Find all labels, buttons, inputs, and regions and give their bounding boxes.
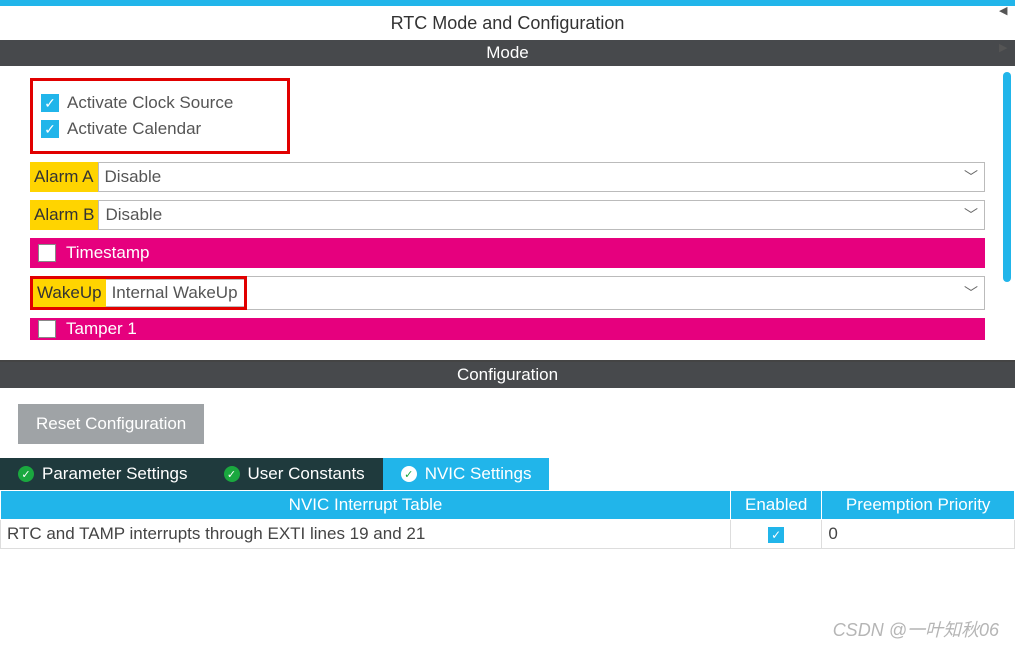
tab-label: User Constants — [248, 464, 365, 484]
col-name: NVIC Interrupt Table — [1, 491, 731, 520]
alarm-b-select[interactable]: Disable ﹀ — [98, 200, 985, 230]
page-title: RTC Mode and Configuration — [0, 6, 1015, 40]
activate-clock-label: Activate Clock Source — [67, 93, 233, 113]
highlight-box-wakeup: WakeUp Internal WakeUp — [30, 276, 247, 310]
timestamp-label: Timestamp — [66, 243, 149, 263]
pane-expand-arrows[interactable]: ◀▶ — [999, 4, 1015, 54]
watermark: CSDN @一叶知秋06 — [833, 616, 999, 642]
alarm-a-label: Alarm A — [30, 162, 98, 192]
chevron-down-icon: ﹀ — [964, 167, 978, 187]
wakeup-label: WakeUp — [33, 279, 106, 307]
timestamp-row[interactable]: Timestamp — [30, 238, 985, 268]
wakeup-value-inner: Internal WakeUp — [106, 279, 244, 307]
interrupt-enabled-cell[interactable]: ✓ — [731, 520, 822, 549]
highlight-box-checks: ✓ Activate Clock Source ✓ Activate Calen… — [30, 78, 290, 154]
wakeup-select[interactable]: ﹀ — [247, 276, 985, 310]
reset-configuration-button[interactable]: Reset Configuration — [18, 404, 204, 444]
config-section-header: Configuration — [0, 362, 1015, 388]
check-circle-icon: ✓ — [224, 466, 240, 482]
check-circle-icon: ✓ — [18, 466, 34, 482]
tamper1-row[interactable]: Tamper 1 — [30, 318, 985, 340]
mode-section-header: Mode — [0, 40, 1015, 66]
enabled-checkbox[interactable]: ✓ — [768, 527, 784, 543]
alarm-a-value: Disable — [105, 167, 162, 187]
col-enabled: Enabled — [731, 491, 822, 520]
alarm-b-value: Disable — [105, 205, 162, 225]
interrupt-name: RTC and TAMP interrupts through EXTI lin… — [1, 520, 731, 549]
tab-label: NVIC Settings — [425, 464, 532, 484]
activate-calendar-checkbox[interactable]: ✓ — [41, 120, 59, 138]
chevron-down-icon: ﹀ — [964, 283, 978, 303]
tab-nvic-settings[interactable]: ✓ NVIC Settings — [383, 458, 550, 490]
chevron-down-icon: ﹀ — [964, 205, 978, 225]
alarm-b-label: Alarm B — [30, 200, 98, 230]
col-priority: Preemption Priority — [822, 491, 1015, 520]
tab-user-constants[interactable]: ✓ User Constants — [206, 458, 383, 490]
check-circle-icon: ✓ — [401, 466, 417, 482]
interrupt-priority[interactable]: 0 — [822, 520, 1015, 549]
activate-clock-checkbox[interactable]: ✓ — [41, 94, 59, 112]
mode-pane: ✓ Activate Clock Source ✓ Activate Calen… — [0, 66, 1015, 360]
nvic-interrupt-table: NVIC Interrupt Table Enabled Preemption … — [0, 490, 1015, 549]
scrollbar-thumb[interactable] — [1003, 72, 1011, 282]
tamper1-checkbox[interactable] — [38, 320, 56, 338]
alarm-a-select[interactable]: Disable ﹀ — [98, 162, 985, 192]
tab-parameter-settings[interactable]: ✓ Parameter Settings — [0, 458, 206, 490]
config-tabs: ✓ Parameter Settings ✓ User Constants ✓ … — [0, 458, 1015, 490]
tamper1-label: Tamper 1 — [66, 319, 137, 339]
configuration-pane: Configuration Reset Configuration ✓ Para… — [0, 360, 1015, 549]
table-row[interactable]: RTC and TAMP interrupts through EXTI lin… — [1, 520, 1015, 549]
timestamp-checkbox[interactable] — [38, 244, 56, 262]
activate-calendar-label: Activate Calendar — [67, 119, 201, 139]
tab-label: Parameter Settings — [42, 464, 188, 484]
